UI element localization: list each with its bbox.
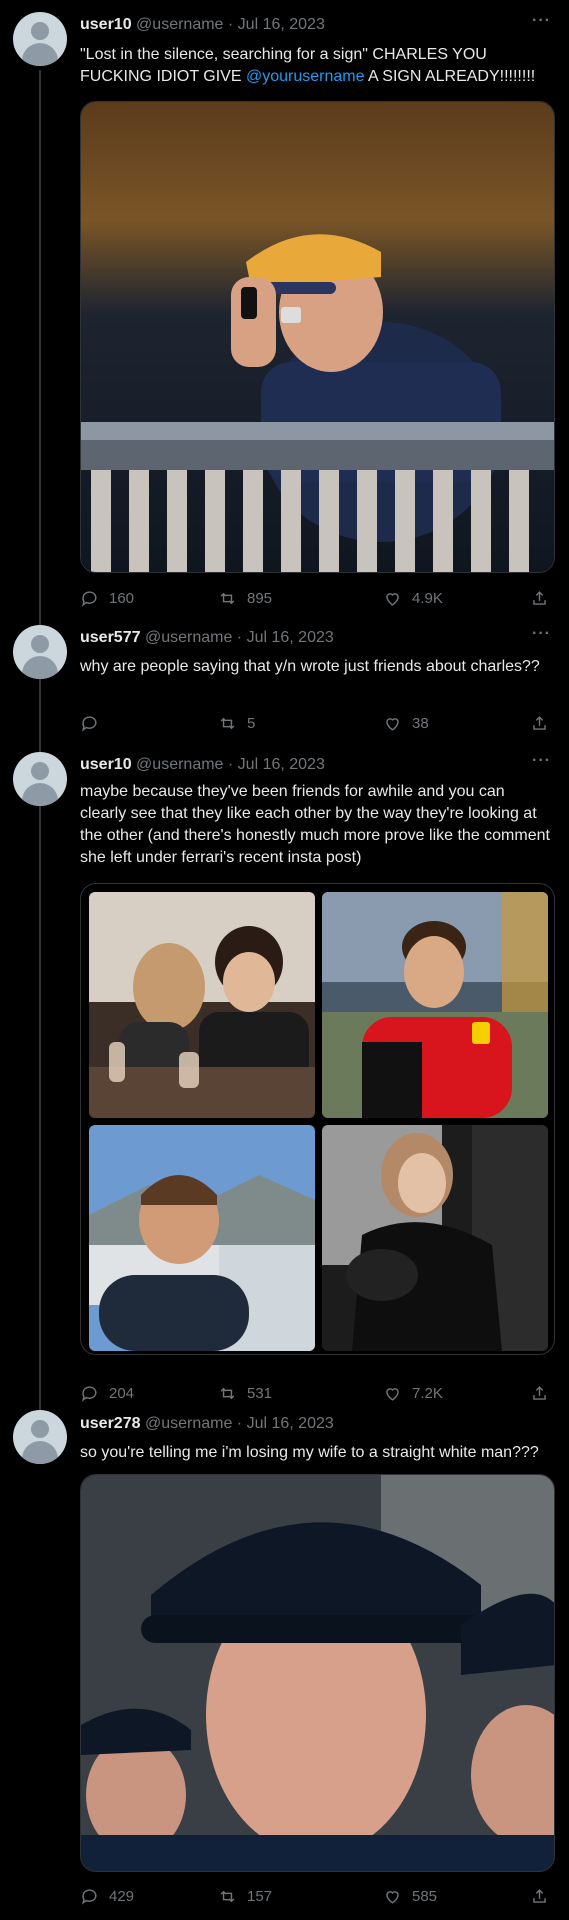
like-count: 4.9K <box>412 589 443 607</box>
retweet-count: 531 <box>247 1384 273 1402</box>
like-icon <box>386 1387 399 1401</box>
reply-button[interactable] <box>80 712 109 734</box>
like-count: 38 <box>412 714 429 732</box>
reply-button[interactable]: 429 <box>80 1885 134 1907</box>
retweet-count: 895 <box>247 589 273 607</box>
photo-couple-laughing[interactable] <box>89 892 315 1118</box>
retweet-count: 5 <box>247 714 256 732</box>
more-icon[interactable]: ··· <box>532 752 551 770</box>
like-count: 7.2K <box>412 1384 443 1402</box>
tweet-3[interactable]: user10 @username · Jul 16, 2023 ··· mayb… <box>0 747 569 1402</box>
share-button[interactable] <box>530 587 549 609</box>
tweet-2[interactable]: user577 @username · Jul 16, 2023 ··· why… <box>0 620 569 747</box>
like-icon <box>386 717 399 731</box>
retweet-count: 157 <box>247 1887 273 1905</box>
tweet-image-grid <box>80 883 555 1355</box>
user-handle[interactable]: @username <box>136 756 223 773</box>
tweet-text: so you're telling me i'm losing my wife … <box>80 1444 539 1461</box>
mention-link[interactable]: @yourusername <box>246 68 365 85</box>
photo-driver <box>322 892 548 1118</box>
photo-driver-smiling[interactable] <box>322 892 548 1118</box>
share-icon <box>533 715 546 730</box>
separator: · <box>236 629 243 646</box>
retweet-button[interactable]: 531 <box>218 1382 272 1404</box>
separator: · <box>227 16 234 33</box>
share-icon <box>533 1385 546 1400</box>
like-button[interactable]: 7.2K <box>383 1382 443 1404</box>
more-icon[interactable]: ··· <box>532 12 551 30</box>
tweet-text: maybe because they've been friends for a… <box>80 783 550 866</box>
share-button[interactable] <box>530 1382 549 1404</box>
like-button[interactable]: 585 <box>383 1885 437 1907</box>
tweet-4[interactable]: user278 @username · Jul 16, 2023 so you'… <box>0 1402 569 1920</box>
user-handle[interactable]: @username <box>145 629 232 646</box>
like-count: 585 <box>412 1887 438 1905</box>
tweet-image[interactable] <box>80 1474 555 1872</box>
tweet-image[interactable] <box>80 101 555 573</box>
reply-icon <box>81 1888 97 1905</box>
separator: · <box>236 1415 243 1432</box>
tweet-text: why are people saying that y/n wrote jus… <box>80 658 540 675</box>
share-icon <box>533 1888 546 1903</box>
separator: · <box>227 756 234 773</box>
photo-couple <box>89 892 315 1118</box>
retweet-icon <box>220 592 235 604</box>
tweet-header: user278 @username · Jul 16, 2023 <box>80 1414 334 1434</box>
photo-crying-driver <box>81 1475 554 1871</box>
user-handle[interactable]: @username <box>136 16 223 33</box>
more-icon[interactable]: ··· <box>532 625 551 643</box>
tweet-date[interactable]: Jul 16, 2023 <box>238 756 325 773</box>
share-button[interactable] <box>530 712 549 734</box>
retweet-icon <box>220 717 235 729</box>
tweet-actions: 429 157 585 <box>80 1885 555 1907</box>
avatar[interactable] <box>13 12 67 66</box>
retweet-button[interactable]: 157 <box>218 1885 272 1907</box>
photo-man-on-phone <box>81 102 554 572</box>
retweet-icon <box>220 1387 235 1399</box>
tweet-actions: 204 531 7.2K <box>80 1382 555 1404</box>
like-button[interactable]: 38 <box>383 712 429 734</box>
reply-count: 160 <box>109 589 135 607</box>
tweet-1[interactable]: user10 @username · Jul 16, 2023 ··· "Los… <box>0 0 569 620</box>
tweet-header: user10 @username · Jul 16, 2023 <box>80 15 325 35</box>
photo-woman-fur[interactable] <box>322 1125 548 1351</box>
tweet-text: "Lost in the silence, searching for a si… <box>80 44 550 88</box>
like-icon <box>386 1890 399 1904</box>
retweet-icon <box>220 1890 235 1902</box>
tweet-date[interactable]: Jul 16, 2023 <box>247 629 334 646</box>
reply-button[interactable]: 160 <box>80 587 134 609</box>
reply-button[interactable]: 204 <box>80 1382 134 1404</box>
display-name[interactable]: user10 <box>80 756 132 773</box>
retweet-button[interactable]: 895 <box>218 587 272 609</box>
reply-icon <box>81 715 97 732</box>
user-handle[interactable]: @username <box>145 1415 232 1432</box>
like-button[interactable]: 4.9K <box>383 587 443 609</box>
like-icon <box>386 592 399 606</box>
reply-icon <box>81 590 97 607</box>
tweet-text-part: A SIGN ALREADY!!!!!!!! <box>364 68 536 85</box>
display-name[interactable]: user577 <box>80 629 141 646</box>
avatar[interactable] <box>13 1410 67 1464</box>
tweet-actions: 160 895 4.9K <box>80 587 555 609</box>
reply-count: 429 <box>109 1887 135 1905</box>
display-name[interactable]: user10 <box>80 16 132 33</box>
share-icon <box>533 590 546 605</box>
photo-woman <box>322 1125 548 1351</box>
tweet-header: user10 @username · Jul 16, 2023 <box>80 755 325 775</box>
tweet-date[interactable]: Jul 16, 2023 <box>247 1415 334 1432</box>
tweet-date[interactable]: Jul 16, 2023 <box>238 16 325 33</box>
tweet-header: user577 @username · Jul 16, 2023 <box>80 628 334 648</box>
retweet-button[interactable]: 5 <box>218 712 255 734</box>
reply-icon <box>81 1385 97 1402</box>
avatar[interactable] <box>13 625 67 679</box>
display-name[interactable]: user278 <box>80 1415 141 1432</box>
reply-count: 204 <box>109 1384 135 1402</box>
photo-harbour <box>89 1125 315 1351</box>
photo-driver-harbour[interactable] <box>89 1125 315 1351</box>
share-button[interactable] <box>530 1885 549 1907</box>
tweet-actions: 5 38 <box>80 712 555 734</box>
avatar[interactable] <box>13 752 67 806</box>
